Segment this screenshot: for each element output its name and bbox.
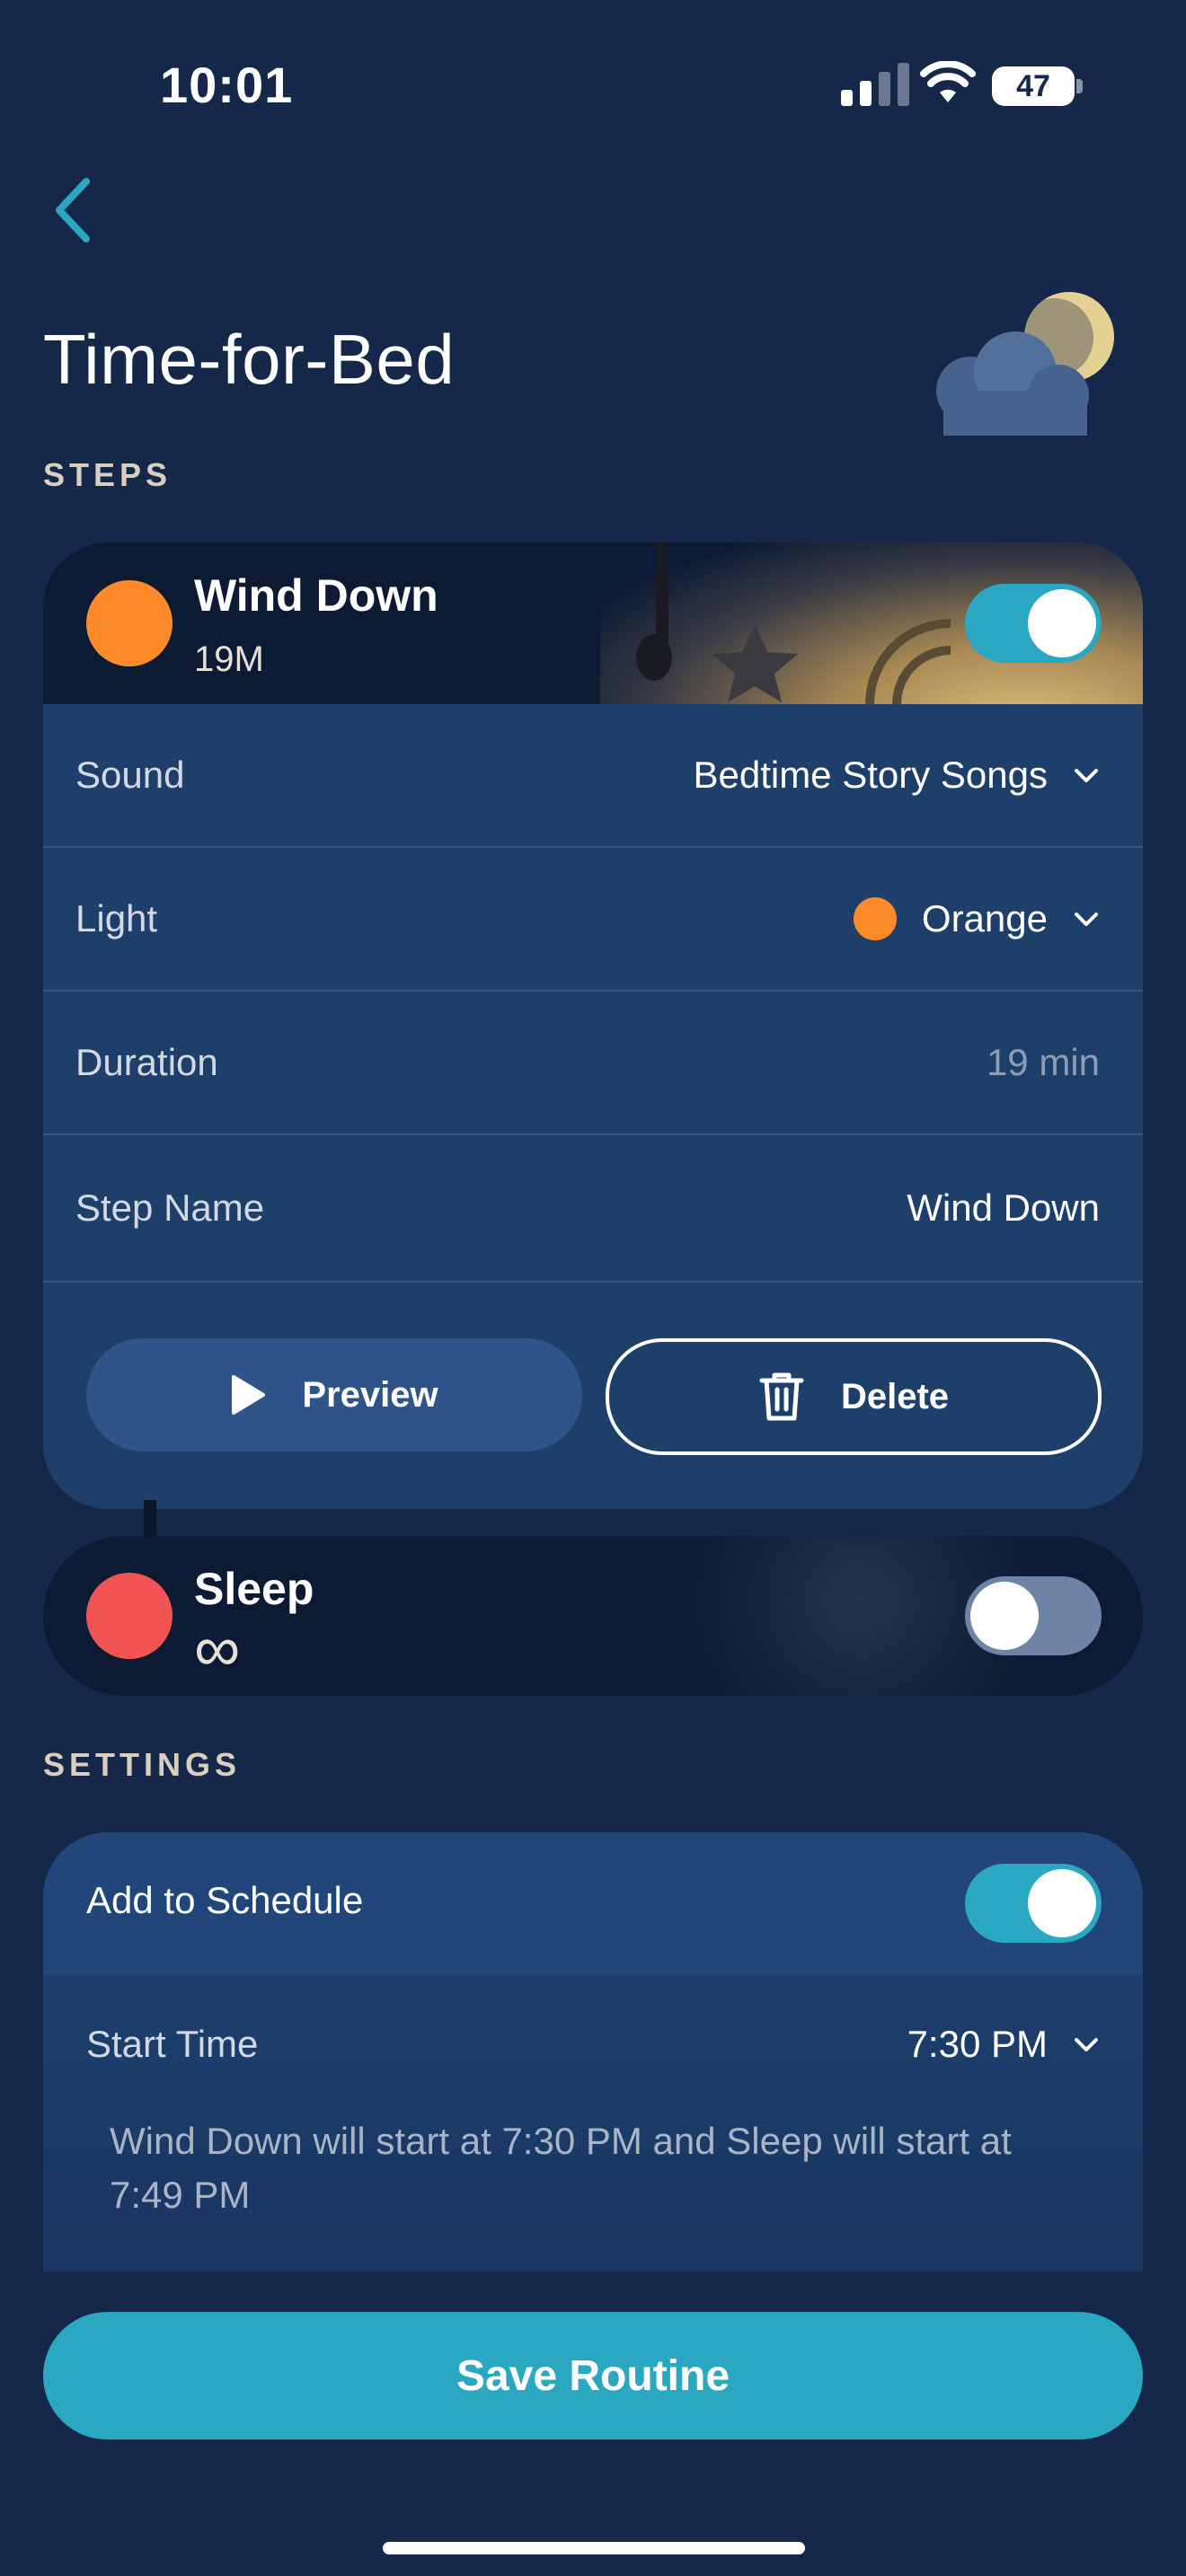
page-title: Time-for-Bed bbox=[43, 320, 456, 399]
wind-down-color-dot bbox=[86, 580, 173, 666]
chevron-down-icon bbox=[1075, 2038, 1098, 2051]
settings-section-label: SETTINGS bbox=[43, 1746, 242, 1783]
light-label: Light bbox=[75, 897, 158, 940]
delete-label: Delete bbox=[840, 1376, 950, 1416]
wifi-icon bbox=[920, 60, 976, 109]
infinity-icon: ∞ bbox=[194, 1613, 241, 1685]
settings-card: Add to Schedule Start Time 7:30 PM Wind … bbox=[43, 1832, 1143, 2272]
add-to-schedule-row[interactable]: Add to Schedule bbox=[43, 1832, 1143, 1974]
signal-icon bbox=[841, 63, 909, 106]
duration-row[interactable]: Duration 19 min bbox=[43, 992, 1143, 1135]
preview-label: Preview bbox=[302, 1374, 438, 1415]
toggle-knob bbox=[1028, 589, 1096, 657]
duration-value: 19 min bbox=[986, 1041, 1100, 1083]
home-indicator[interactable] bbox=[383, 2542, 805, 2554]
start-time-row[interactable]: Start Time 7:30 PM bbox=[43, 1974, 1143, 2116]
step-connector bbox=[144, 1500, 156, 1536]
delete-button[interactable]: Delete bbox=[606, 1338, 1102, 1455]
moon-clouds-illustration bbox=[934, 287, 1123, 445]
wind-down-header[interactable]: Wind Down 19M bbox=[43, 543, 1143, 704]
back-button[interactable] bbox=[50, 176, 95, 249]
toggle-knob bbox=[1028, 1869, 1096, 1937]
sound-label: Sound bbox=[75, 754, 185, 796]
status-time: 10:01 bbox=[160, 57, 294, 113]
schedule-note: Wind Down will start at 7:30 PM and Slee… bbox=[110, 2120, 1012, 2216]
start-time-label: Start Time bbox=[86, 2023, 259, 2065]
schedule-toggle[interactable] bbox=[965, 1864, 1102, 1943]
steps-section-label: STEPS bbox=[43, 456, 173, 493]
sleep-color-dot bbox=[86, 1573, 173, 1659]
preview-button[interactable]: Preview bbox=[86, 1338, 582, 1451]
battery-tip bbox=[1076, 79, 1083, 93]
light-value: Orange bbox=[921, 897, 1048, 940]
sound-value: Bedtime Story Songs bbox=[693, 754, 1048, 796]
toggle-knob bbox=[970, 1582, 1039, 1650]
battery-icon: 47 bbox=[992, 66, 1075, 106]
add-to-schedule-label: Add to Schedule bbox=[86, 1879, 364, 1921]
duration-label: Duration bbox=[75, 1041, 218, 1083]
trash-icon bbox=[759, 1372, 804, 1421]
wind-down-step-card: Wind Down 19M Sound Bedtime Story Songs … bbox=[43, 543, 1143, 1509]
chevron-down-icon bbox=[1075, 913, 1098, 926]
sleep-step-card[interactable]: Sleep ∞ bbox=[43, 1536, 1143, 1696]
light-row[interactable]: Light Orange bbox=[43, 848, 1143, 992]
start-time-value: 7:30 PM bbox=[907, 2023, 1048, 2065]
wind-down-title: Wind Down bbox=[194, 570, 438, 621]
step-name-row[interactable]: Step Name Wind Down bbox=[43, 1135, 1143, 1283]
step-name-label: Step Name bbox=[75, 1187, 265, 1229]
sound-row[interactable]: Sound Bedtime Story Songs bbox=[43, 704, 1143, 848]
wind-down-toggle[interactable] bbox=[965, 584, 1102, 663]
step-name-value[interactable]: Wind Down bbox=[907, 1187, 1100, 1230]
chevron-down-icon bbox=[1075, 769, 1098, 782]
light-color-dot bbox=[853, 897, 897, 940]
sleep-toggle[interactable] bbox=[965, 1576, 1102, 1655]
save-routine-button[interactable]: Save Routine bbox=[43, 2312, 1143, 2439]
chevron-left-icon bbox=[56, 178, 90, 243]
sleep-title: Sleep bbox=[194, 1564, 314, 1614]
wind-down-duration: 19M bbox=[194, 640, 264, 679]
play-icon bbox=[232, 1375, 266, 1415]
